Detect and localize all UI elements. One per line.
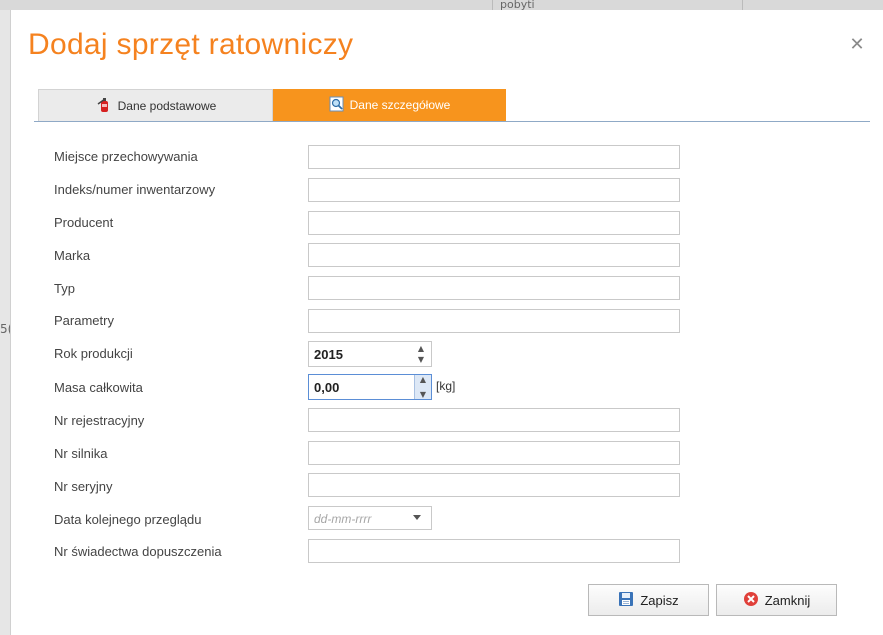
mass-unit: [kg] bbox=[436, 379, 456, 393]
next-inspection-date-picker[interactable]: dd-mm-rrrr bbox=[308, 506, 432, 530]
stepper-down-icon[interactable]: ▼ bbox=[420, 390, 426, 399]
floppy-disk-icon bbox=[618, 591, 634, 610]
inventory-number-input[interactable] bbox=[308, 178, 680, 202]
total-mass-value: 0,00 bbox=[314, 380, 340, 395]
registration-number-input[interactable] bbox=[308, 408, 680, 432]
certificate-number-input[interactable] bbox=[308, 539, 680, 563]
total-mass-stepper[interactable]: 0,00 ▲ ▼ bbox=[308, 374, 432, 400]
engine-number-input[interactable] bbox=[308, 441, 680, 465]
stepper-up-icon[interactable]: ▲ bbox=[420, 375, 426, 384]
stepper-down-icon[interactable]: ▼ bbox=[418, 355, 424, 364]
label-storage-place: Miejsce przechowywania bbox=[54, 149, 198, 164]
type-input[interactable] bbox=[308, 276, 680, 300]
background-separator bbox=[492, 0, 493, 10]
brand-input[interactable] bbox=[308, 243, 680, 267]
label-parameters: Parametry bbox=[54, 313, 114, 328]
tab-bar: Dane podstawowe Dane szczegółowe bbox=[34, 89, 870, 122]
background-toolbar bbox=[0, 0, 883, 10]
label-serial-number: Nr seryjny bbox=[54, 479, 113, 494]
date-placeholder: dd-mm-rrrr bbox=[314, 512, 372, 526]
production-year-stepper[interactable]: 2015 ▲ ▼ bbox=[308, 341, 432, 367]
label-certificate-number: Nr świadectwa dopuszczenia bbox=[54, 544, 222, 559]
save-label: Zapisz bbox=[640, 592, 679, 608]
label-inventory-number: Indeks/numer inwentarzowy bbox=[54, 182, 216, 197]
tab-detailed-data[interactable]: Dane szczegółowe bbox=[273, 89, 506, 121]
red-x-icon bbox=[743, 591, 759, 610]
tab-basic-data[interactable]: Dane podstawowe bbox=[38, 89, 273, 121]
close-label: Zamknij bbox=[764, 592, 811, 608]
tab-label: Dane szczegółowe bbox=[349, 98, 451, 112]
label-next-inspection-date: Data kolejnego przeglądu bbox=[54, 512, 202, 527]
label-registration-number: Nr rejestracyjny bbox=[54, 413, 145, 428]
close-button[interactable]: Zamknij bbox=[716, 584, 837, 616]
background-separator bbox=[742, 0, 743, 10]
add-equipment-dialog: Dodaj sprzęt ratowniczy ✕ Dane podstawow… bbox=[10, 10, 883, 635]
magnifier-doc-icon bbox=[329, 96, 345, 115]
producer-input[interactable] bbox=[308, 211, 680, 235]
stepper-up-icon[interactable]: ▲ bbox=[418, 344, 424, 353]
label-engine-number: Nr silnika bbox=[54, 446, 108, 461]
save-button[interactable]: Zapisz bbox=[588, 584, 709, 616]
label-producer: Producent bbox=[54, 215, 114, 230]
extinguisher-icon bbox=[95, 95, 113, 116]
serial-number-input[interactable] bbox=[308, 473, 680, 497]
label-brand: Marka bbox=[54, 248, 91, 263]
tab-label: Dane podstawowe bbox=[117, 98, 217, 113]
label-type: Typ bbox=[54, 281, 75, 296]
parameters-input[interactable] bbox=[308, 309, 680, 333]
label-production-year: Rok produkcji bbox=[54, 346, 133, 361]
production-year-value: 2015 bbox=[314, 347, 343, 362]
chevron-down-icon[interactable] bbox=[413, 515, 421, 520]
storage-place-input[interactable] bbox=[308, 145, 680, 169]
close-icon[interactable]: ✕ bbox=[848, 36, 866, 54]
dialog-title: Dodaj sprzęt ratowniczy bbox=[28, 28, 354, 61]
label-total-mass: Masa całkowita bbox=[54, 380, 143, 395]
